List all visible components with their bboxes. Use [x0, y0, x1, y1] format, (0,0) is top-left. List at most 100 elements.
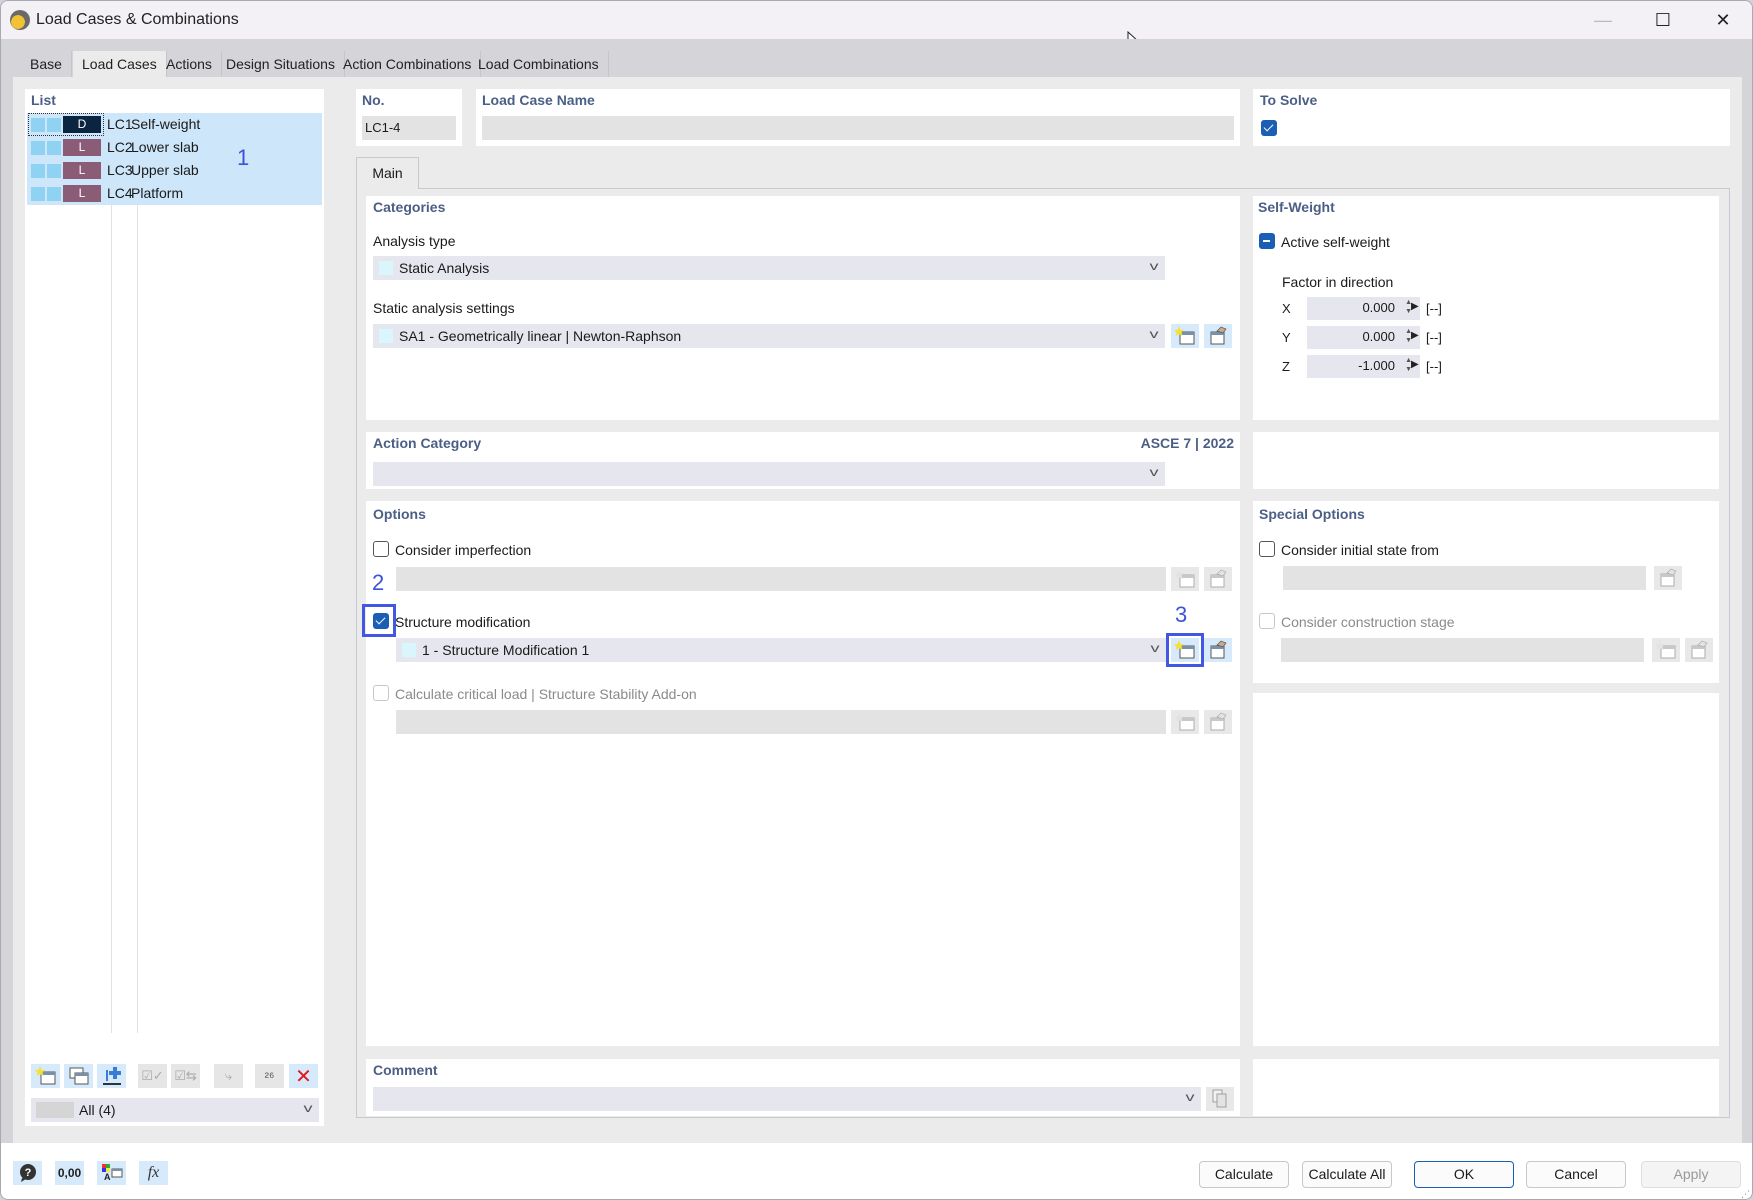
lc-id: LC2	[107, 139, 133, 155]
annotation-1: 1	[237, 145, 250, 170]
insert-load-case-button[interactable]	[97, 1064, 126, 1088]
initial-state-checkbox[interactable]	[1259, 541, 1275, 557]
formula-button[interactable]: fx	[139, 1161, 168, 1185]
resize-grip-icon[interactable]: ⋰	[1741, 1189, 1750, 1199]
edit-static-settings-button[interactable]	[1204, 324, 1232, 348]
comment-library-button[interactable]	[1206, 1087, 1234, 1111]
menu-arrow-icon[interactable]: ▶	[1411, 359, 1419, 370]
edit-structure-modification-button[interactable]	[1204, 638, 1232, 662]
help-button[interactable]: ?	[13, 1161, 42, 1185]
factor-z-value: -1.000	[1358, 358, 1395, 373]
tab-load-cases[interactable]: Load Cases	[73, 51, 167, 77]
renumber-button[interactable]: ⤷	[214, 1064, 243, 1088]
maximize-button[interactable]: ☐	[1643, 7, 1683, 33]
chevron-down-icon: v	[1149, 465, 1159, 479]
check-all-button[interactable]: ☑✓	[138, 1064, 167, 1088]
new-item-icon	[1174, 326, 1195, 345]
factor-x-value: 0.000	[1362, 300, 1395, 315]
self-weight-header: Self-Weight	[1258, 199, 1335, 215]
copy-load-case-button[interactable]	[64, 1064, 93, 1088]
renumber-selected-button[interactable]: ²⁶	[255, 1064, 284, 1088]
factor-y-input[interactable]: 0.000 ▲ ▼	[1307, 326, 1420, 349]
factor-y-label: Y	[1282, 330, 1291, 345]
consider-imperfection-checkbox[interactable]	[373, 541, 389, 557]
list-item-lc4[interactable]: L LC4 Platform	[27, 182, 322, 205]
toggle-check-button[interactable]: ☑⇆	[171, 1064, 200, 1088]
edit-construction-stage-button	[1685, 638, 1713, 662]
list-filter-select[interactable]: All (4) v	[31, 1098, 319, 1122]
list-header: List	[31, 92, 56, 108]
window-title: Load Cases & Combinations	[36, 11, 239, 28]
edit-item-icon	[1210, 712, 1227, 731]
load-case-name-input[interactable]	[482, 116, 1234, 140]
new-imperfection-button	[1171, 567, 1199, 591]
new-static-settings-button[interactable]	[1171, 324, 1199, 348]
calculate-all-button[interactable]: Calculate All	[1302, 1161, 1392, 1188]
to-solve-panel: To Solve	[1253, 89, 1730, 146]
display-settings-button[interactable]: A	[97, 1161, 126, 1185]
to-solve-checkbox[interactable]	[1261, 120, 1277, 136]
action-category-select[interactable]: v	[373, 462, 1165, 486]
list-item-lc3[interactable]: L LC3 Upper slab	[27, 159, 322, 182]
highlight-new-structure-modification-button	[1166, 633, 1204, 667]
static-settings-label: Static analysis settings	[373, 300, 515, 316]
status-square	[31, 164, 45, 178]
units-button[interactable]: 0,00	[55, 1161, 84, 1185]
filter-value: All (4)	[79, 1102, 116, 1118]
special-options-panel: Special Options Consider initial state f…	[1253, 501, 1719, 683]
comment-header: Comment	[373, 1062, 438, 1078]
list-item-lc1[interactable]: D LC1 Self-weight	[27, 113, 322, 136]
categories-panel: Categories Analysis type Static Analysis…	[366, 196, 1240, 420]
lc-name: Upper slab	[131, 162, 199, 178]
consider-imperfection-label: Consider imperfection	[395, 542, 532, 558]
factor-label: Factor in direction	[1282, 274, 1394, 290]
factor-y-unit: [--]	[1426, 330, 1442, 345]
color-settings-icon: A	[101, 1164, 122, 1182]
menu-arrow-icon[interactable]: ▶	[1411, 330, 1419, 341]
options-header: Options	[373, 506, 426, 522]
analysis-type-select[interactable]: Static Analysis v	[373, 256, 1165, 280]
edit-item-icon	[1210, 569, 1227, 588]
static-settings-select[interactable]: SA1 - Geometrically linear | Newton-Raph…	[373, 324, 1165, 348]
tab-design-situations[interactable]: Design Situations	[217, 51, 345, 77]
factor-z-input[interactable]: -1.000 ▲ ▼	[1307, 355, 1420, 378]
number-field[interactable]: LC1-4	[362, 116, 456, 140]
menu-arrow-icon[interactable]: ▶	[1411, 301, 1419, 312]
active-self-weight-checkbox[interactable]	[1259, 233, 1275, 249]
initial-state-select	[1283, 566, 1646, 590]
dialog-window: Load Cases & Combinations — ☐ ✕ Base Loa…	[0, 0, 1753, 1200]
tab-load-combinations[interactable]: Load Combinations	[469, 51, 609, 77]
chevron-down-icon: v	[1185, 1090, 1195, 1104]
new-load-case-button[interactable]	[31, 1064, 60, 1088]
list-item-lc2[interactable]: L LC2 Lower slab	[27, 136, 322, 159]
ok-button[interactable]: OK	[1414, 1161, 1514, 1188]
structure-modification-select[interactable]: 1 - Structure Modification 1 v	[396, 638, 1166, 662]
tab-action-combinations[interactable]: Action Combinations	[334, 51, 482, 77]
initial-state-label: Consider initial state from	[1281, 542, 1439, 558]
chevron-down-icon: v	[1150, 641, 1160, 655]
comment-input[interactable]: v	[373, 1087, 1201, 1111]
load-case-name-label: Load Case Name	[482, 92, 595, 108]
minimize-button[interactable]: —	[1583, 7, 1623, 33]
close-button[interactable]: ✕	[1703, 7, 1743, 33]
number-value: LC1-4	[365, 120, 401, 135]
list-panel: List D LC1 Self-weight L LC2 Lower slab …	[25, 89, 324, 1126]
highlight-structure-modification-checkbox	[362, 604, 396, 637]
cancel-button[interactable]: Cancel	[1526, 1161, 1626, 1188]
status-square	[31, 141, 45, 155]
new-item-icon	[34, 1066, 55, 1085]
delete-button[interactable]: ✕	[289, 1064, 318, 1088]
annotation-3: 3	[1175, 602, 1188, 627]
tab-actions[interactable]: Actions	[157, 51, 222, 77]
options-panel: Options Consider imperfection Structure …	[366, 501, 1240, 1046]
apply-button: Apply	[1641, 1161, 1741, 1188]
calculate-button[interactable]: Calculate	[1199, 1161, 1289, 1188]
tab-main[interactable]: Main	[356, 157, 419, 189]
to-solve-label: To Solve	[1260, 92, 1318, 108]
chevron-down-icon: v	[1149, 327, 1159, 341]
tab-base[interactable]: Base	[21, 51, 72, 77]
edit-item-icon	[1210, 640, 1227, 659]
standard-label: ASCE 7 | 2022	[1140, 435, 1234, 451]
factor-x-input[interactable]: 0.000 ▲ ▼	[1307, 297, 1420, 320]
action-category-panel: Action Category ASCE 7 | 2022 v	[366, 432, 1240, 489]
